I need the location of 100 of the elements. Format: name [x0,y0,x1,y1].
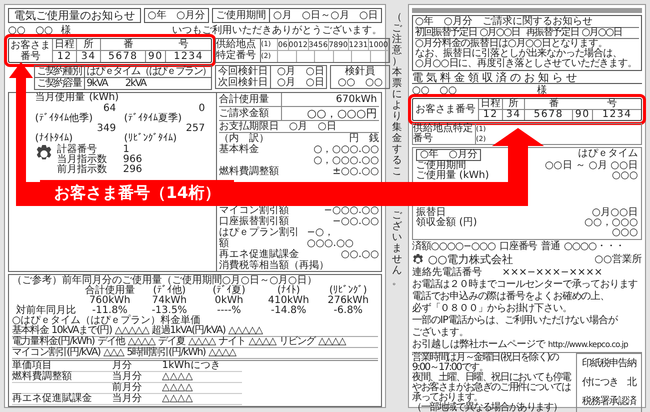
field-label: 合計使用量 [219,93,282,106]
field-value: ○月○○日 [582,28,622,38]
table-header: お客さま番号 [413,99,479,120]
field-value: ○○○ [612,171,638,181]
field-label: 検針員 [345,66,376,77]
table-cell: 12 [53,51,77,62]
column-header: (ﾃﾞｲ夏) [212,286,246,296]
table-cell: 基本料金 [12,326,48,336]
table-header: 所 [77,39,101,51]
table-cell: 単価項目 [12,361,112,372]
table-cell-text: 1234 [601,110,633,120]
column-header: (ﾃﾞｲ他) [152,286,187,296]
section-label: （内 訳） [219,133,269,144]
charge-value: −○，○○○.○○ [306,227,355,249]
table-cell: 90 [573,110,593,120]
billing-amount: ○○，○○○円 [306,107,378,120]
table-header: お客さま番号 [9,39,53,62]
table-cell: 超過1kVA(円/kVA) [152,326,226,336]
stamp-text: 印紙税申告納 [582,358,636,369]
table-cell-text: 74kWh [151,296,188,306]
field-value: 966 [123,155,142,165]
table-cell: マイコン割引(円/kVA) [12,348,100,358]
honorific: 様 [60,25,71,36]
field-label: 今回検針日 [218,66,271,77]
field-value: ○月 ○日 [277,77,324,88]
period-label: ご使用期間 [213,9,270,22]
table-cell-text: ----% [216,306,242,316]
field-label: 当月指示数 [57,155,108,165]
notice-line: なお、振替日に引落としが出来なかった場合は、 [415,49,622,59]
usage-value: 64 [102,104,117,114]
table-cell: 5時間割引(円/kWh) [126,348,206,358]
time-band-label: (ﾃﾞｲﾀｲﾑ他季) [35,114,94,124]
billing-month: ○年 ○月分 [416,149,482,161]
table-cell-text: 276kWh [326,296,370,306]
table-cell: デイ他 [97,337,125,347]
table-header: 番 [549,99,559,109]
office-name: ○○営業所 [594,255,642,265]
table-header: 号 [607,99,617,109]
table-cell-text: -13.5% [150,306,188,316]
table-cell: △△△△ [188,337,216,347]
table-cell: △△△△ [162,372,242,383]
table-cell: 90 [146,51,166,62]
charge-label: 基本料金 [219,144,259,155]
table-cell: デイ夏 [158,337,186,347]
unit-label: (kWh) [89,93,119,103]
field-label: 領収金額 (円) [416,218,477,228]
charge-label: 消費税等相当額（再掲） [219,260,329,271]
time-band-label: (ﾃﾞｲﾀｲﾑ夏季) [124,114,183,124]
table-header: 日程 [53,39,77,51]
table-cell: 5678 [101,51,146,62]
table-header: 日程 [479,99,503,110]
reference-title: （ご参考）前年同月分のご使用量（ご使用期間○月○日～○月○日） [12,276,318,286]
field-label: お支払期限日 [219,121,279,132]
hours-text: 夜間、土曜、日曜、祝日においても停電やお客さまがお急ぎのご用件については承っております。 [412,373,572,403]
field-value: ○○，○○○ [584,218,638,228]
table-cell: △△△△△ [228,326,262,336]
field-value: ○月○○日 [592,208,638,218]
table-header: 供給地点特定番号 [413,124,476,144]
customer-name: ○○ ○○ [8,25,53,36]
table-cell-text: -11.8% [91,306,128,316]
table-cell: 前月分 [112,383,162,394]
receipt-title: 電気料金領収済のお知らせ [412,73,642,84]
charge-value: −○○○.○○ [324,205,379,216]
stamp-text: 付につき 北 [582,378,636,388]
table-cell: 10kVAまで(円) [51,326,112,336]
field-label: 前月指示数 [57,165,108,175]
field-value: ○○○ [612,228,638,238]
time-band-label: (ﾘﾋﾞﾝｸﾞﾀｲﾑ) [124,134,178,144]
table-cell: △△△△ [162,394,242,405]
up-arrow [492,128,544,182]
table-cell: 再エネ促進賦課金 [12,394,112,405]
field-value: ○月 ○日 [289,121,336,132]
charge-value: −○○.○○ [332,216,379,227]
charge-label: 口座振替割引額 [219,216,289,227]
table-cell: 燃料費調整額 [12,372,112,383]
table-cell-text: 0kWh [214,296,244,306]
unit-label: 円 銭 [349,133,379,144]
field-value: 9kVA 2kVA [86,78,148,89]
table-cell: 12 [479,110,503,120]
table-cell: △△△△ [318,337,346,347]
table-cell: 電力量料金(円/kWh) [12,337,94,347]
field-label: 再振替予定日 [526,28,579,38]
field-value: ○月 ○日 [277,66,324,77]
charge-value: ○，○○○.○○ [313,144,379,155]
plan-name: はぴｅタイム [578,149,638,160]
field-label: ご使用期間 [416,161,466,171]
period-value: ○月 ○日～○月 ○日 [272,9,379,22]
field-label: 初回振替予定日 [415,28,477,38]
table-cell: △△△△ [162,383,242,394]
field-value: ○○日 ～ ○月 ○○日 [544,161,638,171]
field-label: ご契約容量 [35,78,85,89]
column-header: (ﾘﾋﾞﾝｸﾞ) [329,286,368,296]
table-cell-text: -14.8% [270,306,308,316]
message-line: ございます。 [412,328,470,338]
table-cell: 当月分 [112,372,162,383]
column-header: 合計使用量 [84,286,136,296]
notice-line: ○月分料金の振替日は○月○○日となります。 [415,39,608,49]
table-cell: △△△△ [128,337,155,347]
hours-text: 営業時間は月～金曜日(祝日を除く)の9:00～17:00です。 [412,353,559,373]
bank-info: 普通 [541,242,560,252]
